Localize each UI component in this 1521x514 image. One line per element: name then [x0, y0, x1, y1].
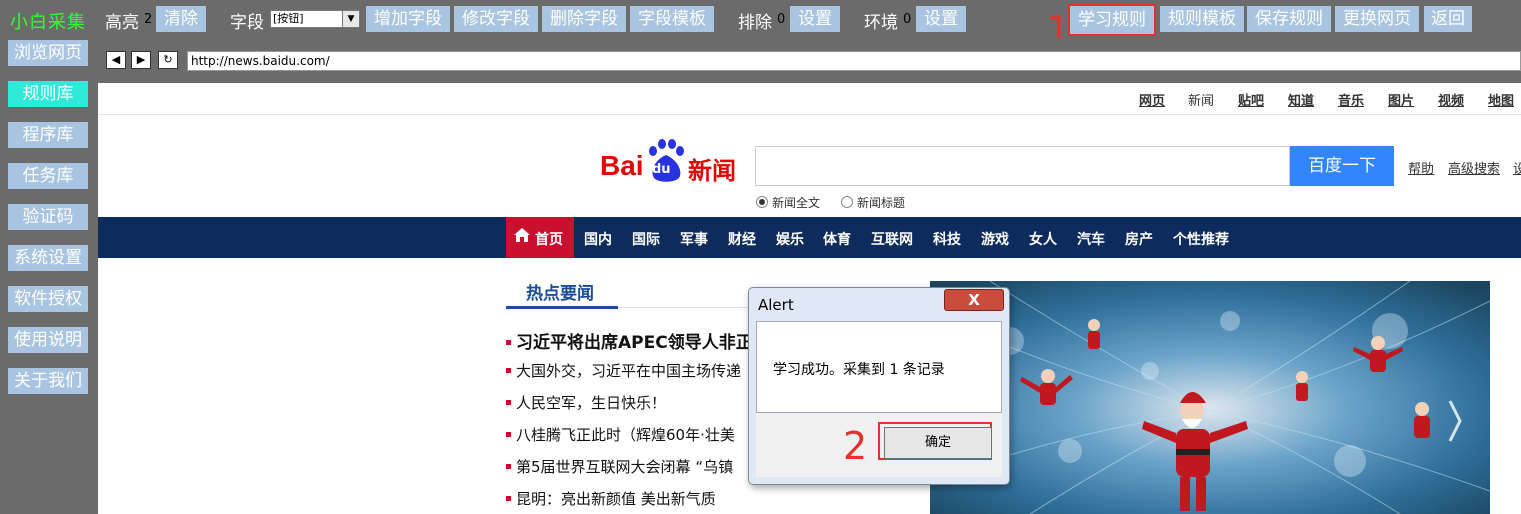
top-link-video[interactable]: 视频	[1438, 90, 1464, 109]
rule-template-button[interactable]: 规则模板	[1160, 6, 1244, 32]
radio-icon	[841, 196, 853, 208]
top-link-zhidao[interactable]: 知道	[1288, 90, 1314, 109]
divider	[98, 114, 1521, 115]
field-label: 字段	[230, 13, 264, 33]
news-photo[interactable]	[930, 281, 1490, 514]
add-field-button[interactable]: 增加字段	[366, 6, 450, 32]
chevron-down-icon: ▼	[342, 11, 359, 27]
close-icon[interactable]: X	[944, 289, 1004, 311]
nav-item-internet[interactable]: 互联网	[871, 229, 913, 249]
bullet-icon	[506, 496, 511, 501]
alert-title: Alert	[758, 296, 794, 314]
nav-item-personal[interactable]: 个性推荐	[1173, 229, 1229, 249]
top-link-news[interactable]: 新闻	[1188, 90, 1214, 109]
nav-item-house[interactable]: 房产	[1125, 229, 1153, 249]
headline-item[interactable]: 人民空军，生日快乐！	[506, 392, 666, 413]
nav-item-games[interactable]: 游戏	[981, 229, 1009, 249]
hot-news-title[interactable]: 热点要闻	[526, 279, 594, 304]
top-link-music[interactable]: 音乐	[1338, 90, 1364, 109]
nav-item-entertainment[interactable]: 娱乐	[776, 229, 804, 249]
sidebar-item-settings[interactable]: 系统设置	[8, 245, 88, 271]
sidebar-item-rules[interactable]: 规则库	[8, 81, 88, 107]
env-label: 环境	[864, 13, 898, 33]
exclude-label: 排除	[738, 13, 772, 33]
nav-item-women[interactable]: 女人	[1029, 229, 1057, 249]
field-select[interactable]: [按钮] ▼	[270, 10, 360, 28]
headline-item[interactable]: 习近平将出席APEC领导人非正	[506, 328, 753, 353]
baidu-news-logo[interactable]: Bai du 新闻	[598, 138, 738, 186]
top-link-web[interactable]: 网页	[1139, 90, 1165, 109]
nav-item-finance[interactable]: 财经	[728, 229, 756, 249]
nav-item-home[interactable]: 首页	[535, 229, 563, 249]
top-link-map[interactable]: 地图	[1488, 90, 1514, 109]
sidebar-item-captcha[interactable]: 验证码	[8, 204, 88, 230]
search-button[interactable]: 百度一下	[1290, 146, 1394, 186]
bullet-icon	[506, 368, 511, 373]
advanced-search-link[interactable]: 高级搜索	[1448, 158, 1500, 177]
field-select-value: [按钮]	[273, 12, 304, 25]
hot-news-underline	[506, 306, 618, 309]
headline-item[interactable]: 昆明：亮出新颜值 美出新气质	[506, 488, 716, 509]
exclude-count: 0	[777, 12, 786, 27]
home-icon	[514, 228, 530, 242]
nav-item-domestic[interactable]: 国内	[584, 229, 612, 249]
alert-message: 学习成功。采集到 1 条记录	[773, 362, 945, 378]
search-input[interactable]	[755, 146, 1290, 186]
nav-item-tech[interactable]: 科技	[933, 229, 961, 249]
nav-item-international[interactable]: 国际	[632, 229, 660, 249]
learn-rule-button[interactable]: 学习规则	[1068, 4, 1156, 36]
edit-field-button[interactable]: 修改字段	[454, 6, 538, 32]
headline-item[interactable]: 大国外交，习近平在中国主场传递	[506, 360, 741, 381]
settings-link[interactable]: 设	[1513, 158, 1521, 177]
help-link[interactable]: 帮助	[1408, 158, 1434, 177]
refresh-icon[interactable]: ↻	[158, 51, 178, 69]
sidebar-item-about[interactable]: 关于我们	[8, 368, 88, 394]
bullet-icon	[506, 432, 511, 437]
radio-fulltext[interactable]: 新闻全文	[756, 194, 820, 211]
change-page-button[interactable]: 更换网页	[1335, 6, 1419, 32]
sidebar-item-license[interactable]: 软件授权	[8, 286, 88, 312]
exclude-settings-button[interactable]: 设置	[790, 6, 840, 32]
nav-item-military[interactable]: 军事	[680, 229, 708, 249]
ok-button[interactable]: 确定	[884, 427, 992, 459]
sidebar-item-programs[interactable]: 程序库	[8, 122, 88, 148]
env-count: 0	[903, 12, 912, 27]
sidebar-item-browse[interactable]: 浏览网页	[8, 40, 88, 66]
save-rule-button[interactable]: 保存规则	[1247, 6, 1331, 32]
url-input[interactable]: http://news.baidu.com/	[187, 51, 1521, 71]
headline-item[interactable]: 八桂腾飞正此时（辉煌60年·壮美	[506, 424, 735, 445]
nav-item-auto[interactable]: 汽车	[1077, 229, 1105, 249]
bullet-icon	[506, 340, 511, 345]
app-title: 小白采集	[10, 12, 86, 33]
annotation-step-2: 2	[843, 424, 868, 468]
clear-button[interactable]: 清除	[156, 6, 206, 32]
radio-icon	[756, 196, 768, 208]
bullet-icon	[506, 464, 511, 469]
highlight-count: 2	[144, 12, 153, 27]
sidebar-item-manual[interactable]: 使用说明	[8, 327, 88, 353]
top-link-images[interactable]: 图片	[1388, 90, 1414, 109]
paw-icon	[649, 139, 684, 182]
top-link-tieba[interactable]: 贴吧	[1238, 90, 1264, 109]
highlight-label: 高亮	[105, 13, 139, 33]
env-settings-button[interactable]: 设置	[916, 6, 966, 32]
news-nav-bar	[98, 217, 1521, 258]
arrow-right-icon[interactable]: ▶	[131, 51, 151, 69]
sidebar-item-tasks[interactable]: 任务库	[8, 163, 88, 189]
headline-item[interactable]: 第5届世界互联网大会闭幕 “乌镇	[506, 456, 733, 477]
back-button[interactable]: 返回	[1424, 6, 1472, 32]
radio-title[interactable]: 新闻标题	[841, 194, 905, 211]
field-template-button[interactable]: 字段模板	[630, 6, 714, 32]
arrow-left-icon[interactable]: ◀	[106, 51, 126, 69]
delete-field-button[interactable]: 删除字段	[542, 6, 626, 32]
bullet-icon	[506, 400, 511, 405]
nav-item-sports[interactable]: 体育	[823, 229, 851, 249]
sidebar	[0, 38, 98, 514]
